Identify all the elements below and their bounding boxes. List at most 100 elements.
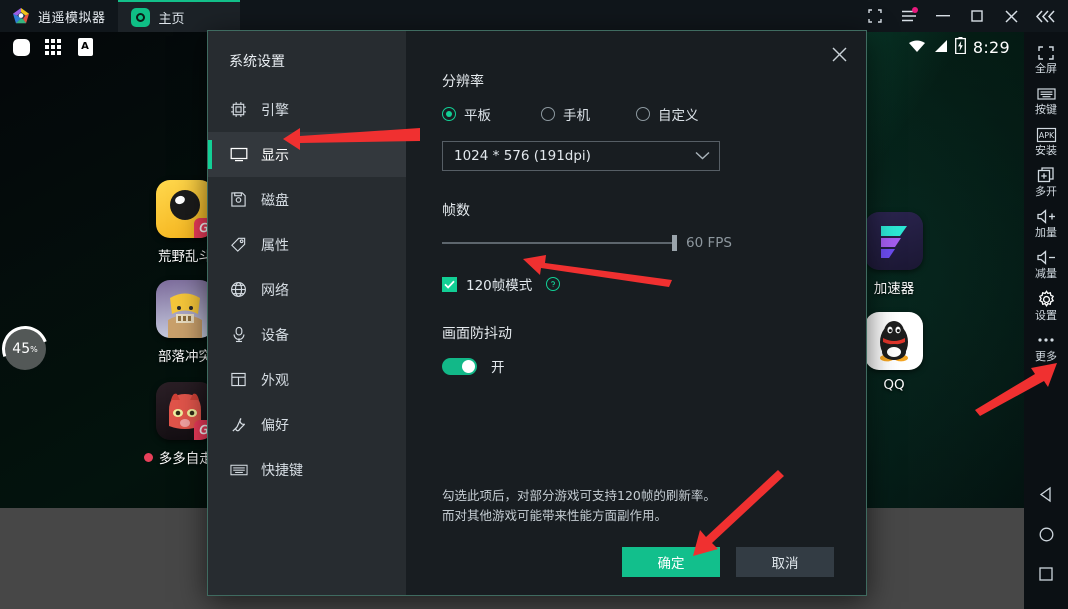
- tab-home[interactable]: 主页: [117, 0, 240, 32]
- toolbar-item-volume-down[interactable]: 减量: [1024, 243, 1068, 284]
- cancel-button[interactable]: 取消: [736, 547, 834, 577]
- signal-icon: [933, 38, 948, 57]
- toolbar-item-fullscreen[interactable]: 全屏: [1024, 38, 1068, 79]
- statusbar-right-icons: 8:29: [908, 36, 1010, 58]
- toolbar-item-keyboard[interactable]: 按键: [1024, 79, 1068, 120]
- apk-install-icon: APK: [1036, 125, 1057, 144]
- progress-arc: [0, 318, 56, 380]
- home-tab-icon: [130, 7, 150, 27]
- radio-custom[interactable]: 自定义: [636, 104, 699, 124]
- radio-bullet: [442, 107, 456, 121]
- toolbar-item-multi-instance[interactable]: 多开: [1024, 161, 1068, 202]
- toolbar-item-settings[interactable]: 设置: [1024, 285, 1068, 326]
- fps-slider[interactable]: [442, 235, 677, 251]
- download-progress-ring: 45%: [0, 318, 56, 380]
- sidebar-item-label: 显示: [261, 147, 289, 164]
- sidebar-item-display[interactable]: 显示: [208, 132, 406, 177]
- dialog-title: 系统设置: [229, 54, 285, 70]
- close-icon[interactable]: [994, 0, 1028, 32]
- stabilization-row: 开: [442, 356, 834, 376]
- dialog-note-line1: 勾选此项后，对部分游戏可支持120帧的刷新率。: [442, 488, 716, 504]
- volume-up-icon: [1036, 207, 1057, 226]
- fps-value-label: 60 FPS: [686, 235, 732, 251]
- help-circle-icon[interactable]: [546, 277, 561, 291]
- minimize-icon[interactable]: [926, 0, 960, 32]
- battery-charging-icon: [954, 36, 966, 58]
- sidebar-item-network[interactable]: 网络: [208, 267, 406, 312]
- dialog-note-line2: 而对其他游戏可能带来性能方面副作用。: [442, 507, 668, 523]
- collapse-icon[interactable]: [1028, 0, 1062, 32]
- toolbar-label: 安装: [1035, 144, 1057, 158]
- cpu-icon: [229, 100, 248, 119]
- sidebar-item-preferences[interactable]: 偏好: [208, 402, 406, 447]
- toolbar-item-install[interactable]: APK 安装: [1024, 120, 1068, 161]
- sidebar-item-device[interactable]: 设备: [208, 312, 406, 357]
- sidebar-item-label: 属性: [261, 237, 289, 254]
- svg-text:APK: APK: [1038, 131, 1054, 140]
- more-dots-icon: [1036, 331, 1056, 350]
- chevron-down-icon: [695, 148, 710, 164]
- clash-of-clans-icon: [156, 280, 214, 338]
- fps-slider-row: 60 FPS: [442, 235, 834, 251]
- checkbox-120fps[interactable]: [442, 276, 457, 292]
- radio-label: 自定义: [658, 108, 699, 124]
- fps-120-row: 120帧模式: [442, 274, 834, 294]
- wifi-icon: [908, 38, 926, 57]
- dialog-action-buttons: 确定 取消: [442, 547, 834, 577]
- checkbox-120fps-label: 120帧模式: [466, 278, 533, 294]
- toolbar-item-volume-up[interactable]: 加量: [1024, 202, 1068, 243]
- sidebar-item-label: 磁盘: [261, 192, 289, 209]
- text-a-icon[interactable]: A: [74, 36, 96, 58]
- radio-tablet[interactable]: 平板: [442, 104, 541, 124]
- statusbar-left-icons: A: [10, 36, 96, 58]
- toolbar-item-more[interactable]: 更多: [1024, 326, 1068, 367]
- brand: 逍遥模拟器: [0, 0, 118, 32]
- monitor-icon: [229, 145, 248, 164]
- disk-icon: [229, 190, 248, 209]
- sidebar-item-label: 快捷键: [261, 462, 303, 479]
- apps-grid-icon[interactable]: [42, 36, 64, 58]
- sidebar-item-appearance[interactable]: 外观: [208, 357, 406, 402]
- dialog-note: 勾选此项后，对部分游戏可支持120帧的刷新率。 而对其他游戏可能带来性能方面副作…: [442, 486, 834, 525]
- multi-instance-icon: [1037, 166, 1055, 185]
- auto-chess-icon: 𝘎: [156, 382, 214, 440]
- back-triangle-icon[interactable]: [1035, 483, 1057, 505]
- sidebar-item-disk[interactable]: 磁盘: [208, 177, 406, 222]
- android-nav-buttons: [1035, 483, 1057, 609]
- menu-icon[interactable]: [892, 0, 926, 32]
- keyboard-shortcut-icon: [229, 460, 248, 479]
- notification-dot: [143, 452, 153, 462]
- gear-icon: [1037, 289, 1056, 309]
- right-toolbar: 全屏 按键 APK 安装 多开 加量 减量 设置 更多: [1024, 32, 1068, 609]
- stabilization-toggle[interactable]: [442, 357, 477, 375]
- sidebar-item-shortcuts[interactable]: 快捷键: [208, 447, 406, 492]
- fps-slider-knob[interactable]: [672, 235, 677, 251]
- resolution-section-label: 分辨率: [442, 74, 484, 90]
- recents-square-icon[interactable]: [1035, 563, 1057, 585]
- radio-bullet: [541, 107, 555, 121]
- appearance-icon: [229, 370, 248, 389]
- home-circle-icon[interactable]: [1035, 523, 1057, 545]
- sidebar-item-label: 网络: [261, 282, 289, 299]
- screenshot-icon[interactable]: [858, 0, 892, 32]
- rounded-square-icon[interactable]: [10, 36, 32, 58]
- toolbar-label: 减量: [1035, 267, 1057, 281]
- radio-phone[interactable]: 手机: [541, 104, 636, 124]
- sidebar-item-properties[interactable]: 属性: [208, 222, 406, 267]
- tab-home-label: 主页: [158, 11, 185, 27]
- sidebar-item-label: 引擎: [261, 102, 289, 119]
- globe-icon: [229, 280, 248, 299]
- toolbar-label: 更多: [1035, 349, 1057, 363]
- window-titlebar: 逍遥模拟器 主页: [0, 0, 1068, 32]
- dialog-close-icon[interactable]: [826, 41, 852, 67]
- confirm-button[interactable]: 确定: [622, 547, 720, 577]
- window-controls: [858, 0, 1068, 32]
- resolution-select[interactable]: 1024 * 576 (191dpi): [442, 141, 720, 171]
- toolbar-label: 多开: [1035, 185, 1057, 199]
- stabilization-toggle-label: 开: [491, 360, 505, 376]
- maximize-icon[interactable]: [960, 0, 994, 32]
- sidebar-item-engine[interactable]: 引擎: [208, 87, 406, 132]
- settings-content-display: 分辨率 平板 手机 自定义 1024 * 576 (191dpi) 帧数 60 …: [406, 31, 866, 595]
- toolbar-label: 加量: [1035, 226, 1057, 240]
- sidebar-item-label: 设备: [261, 327, 289, 344]
